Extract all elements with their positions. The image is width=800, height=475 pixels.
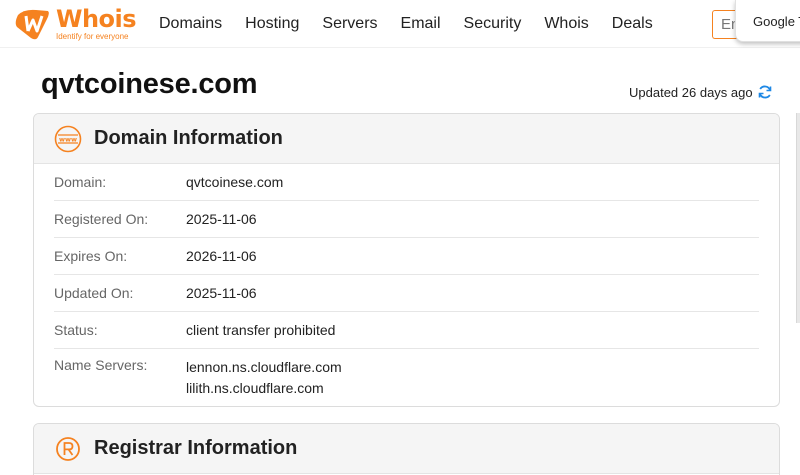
main-nav: Domains Hosting Servers Email Security W… [159,0,676,48]
whois-logo-icon [15,9,49,40]
registrar-information-card: Registrar Information [33,423,780,475]
page-title: qvtcoinese.com [41,68,258,100]
scrollbar[interactable] [796,113,800,323]
logo-tagline: Identify for everyone [56,32,129,41]
refresh-icon[interactable] [757,84,773,100]
logo-name: Whois [56,5,137,33]
row-label: Status: [54,322,98,338]
row-label: Domain: [54,174,107,190]
name-server-list: lennon.ns.cloudflare.com lilith.ns.cloud… [186,357,342,399]
nav-hosting[interactable]: Hosting [245,15,299,33]
row-value: client transfer prohibited [186,321,336,338]
updated-text: Updated 26 days ago [629,84,753,100]
row-expires-on: Expires On: 2026-11-06 [54,238,759,275]
nav-domains[interactable]: Domains [159,15,222,33]
row-label: Expires On: [54,248,128,264]
domain-information-header: www Domain Information [34,114,779,164]
registrar-information-header: Registrar Information [34,424,779,474]
row-value: 2026-11-06 [186,247,257,264]
row-label: Updated On: [54,285,134,301]
row-name-servers: Name Servers: lennon.ns.cloudflare.com l… [54,349,759,399]
svg-text:www: www [59,135,77,143]
nav-security[interactable]: Security [464,15,522,33]
row-status: Status: client transfer prohibited [54,312,759,349]
site-header: Whois Identify for everyone Domains Host… [0,0,800,48]
nav-whois[interactable]: Whois [544,15,588,33]
domain-info-rows: Domain: qvtcoinese.com Registered On: 20… [34,164,779,399]
google-translate-popup[interactable]: Google Tr [735,0,800,42]
updated-status: Updated 26 days ago [629,84,773,100]
whois-logo[interactable]: Whois Identify for everyone [14,5,137,42]
nav-servers[interactable]: Servers [322,15,377,33]
row-label: Name Servers: [54,357,148,373]
row-label: Registered On: [54,211,149,227]
domain-information-title: Domain Information [94,127,283,149]
domain-information-card: www Domain Information Domain: qvtcoines… [33,113,780,407]
row-updated-on: Updated On: 2025-11-06 [54,275,759,312]
row-value: 2025-11-06 [186,210,257,227]
name-server-item: lennon.ns.cloudflare.com [186,359,342,375]
row-value: qvtcoinese.com [186,173,284,190]
row-value: 2025-11-06 [186,284,257,301]
nav-deals[interactable]: Deals [612,15,653,33]
registrar-information-title: Registrar Information [94,437,298,459]
registered-trademark-icon [56,436,80,461]
row-domain: Domain: qvtcoinese.com [54,164,759,201]
nav-email[interactable]: Email [401,15,441,33]
www-icon: www [54,125,82,152]
row-registered-on: Registered On: 2025-11-06 [54,201,759,238]
name-server-item: lilith.ns.cloudflare.com [186,380,324,396]
